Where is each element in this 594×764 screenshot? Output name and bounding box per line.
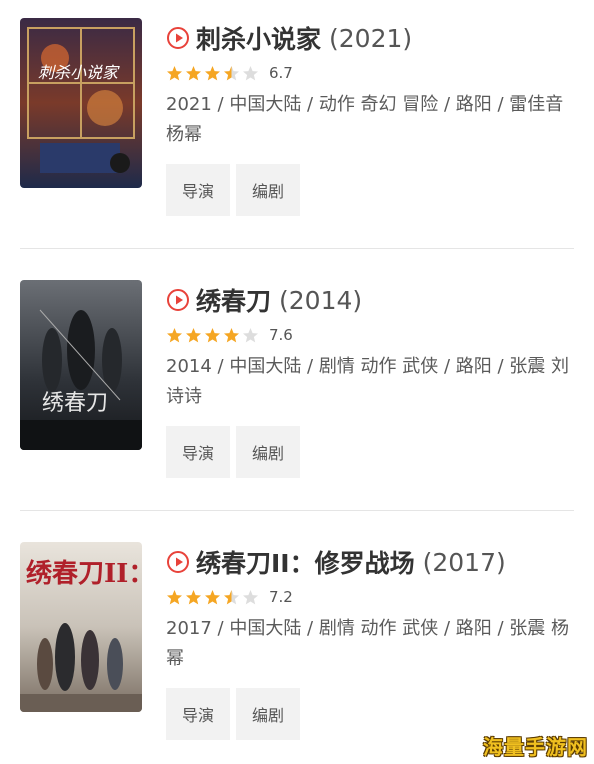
site-watermark: 海量手游网 [483, 735, 588, 759]
star-icon [224, 327, 239, 342]
poster-image: 绣春刀II：修罗战场 [20, 542, 142, 712]
movie-title[interactable]: 绣春刀II：修罗战场 [196, 544, 415, 580]
movie-poster[interactable]: 绣春刀 [20, 280, 142, 450]
movie-title[interactable]: 刺杀小说家 [196, 20, 321, 56]
button-row: 导演 编剧 [166, 426, 580, 478]
star-icon [224, 589, 239, 604]
title-row[interactable]: 绣春刀II：修罗战场 (2017) [166, 542, 580, 582]
star-icon [167, 65, 182, 80]
screenwriter-button[interactable]: 编剧 [236, 164, 300, 216]
star-icon [205, 589, 220, 604]
poster-calligraphy: 绣春刀 [42, 391, 108, 416]
button-row: 导演 编剧 [166, 164, 580, 216]
director-button[interactable]: 导演 [166, 164, 230, 216]
director-button[interactable]: 导演 [166, 426, 230, 478]
movie-info: 刺杀小说家 (2021) 6.7 2021 / 中国大陆 / 动作 奇幻 冒险 … [166, 18, 580, 216]
screenwriter-button[interactable]: 编剧 [236, 688, 300, 740]
rating-score: 7.6 [269, 326, 293, 344]
rating-row: 6.7 [166, 60, 580, 86]
movie-info: 绣春刀II：修罗战场 (2017) 7.2 2017 / 中国大陆 / 剧情 动… [166, 542, 580, 740]
movie-meta: 2014 / 中国大陆 / 剧情 动作 武侠 / 路阳 / 张震 刘诗诗 [166, 356, 570, 407]
star-icon [243, 589, 258, 604]
star-icon [167, 589, 182, 604]
star-icon [186, 327, 201, 342]
star-icon [224, 65, 239, 80]
rating-row: 7.6 [166, 322, 580, 348]
star-icon [167, 327, 182, 342]
movie-meta: 2017 / 中国大陆 / 剧情 动作 武侠 / 路阳 / 张震 杨幂 [166, 618, 570, 669]
poster-calligraphy: 刺杀小说家 [38, 63, 120, 82]
movie-year: (2014) [279, 285, 363, 315]
screenwriter-button[interactable]: 编剧 [236, 426, 300, 478]
star-icon [205, 65, 220, 80]
movie-poster[interactable]: 刺杀小说家 [20, 18, 142, 188]
rating-row: 7.2 [166, 584, 580, 610]
play-icon[interactable] [166, 288, 190, 312]
poster-image: 绣春刀 [20, 280, 142, 450]
star-icon [186, 589, 201, 604]
star-rating [166, 327, 261, 344]
movie-meta: 2021 / 中国大陆 / 动作 奇幻 冒险 / 路阳 / 雷佳音 杨幂 [166, 94, 564, 145]
movie-info: 绣春刀 (2014) 7.6 2014 / 中国大陆 / 剧情 动作 武侠 / … [166, 280, 580, 478]
poster-image: 刺杀小说家 [20, 18, 142, 188]
divider [20, 510, 574, 511]
movie-year: (2017) [422, 547, 506, 577]
poster-calligraphy: 绣春刀II：修罗战场 [26, 558, 142, 589]
movie-title[interactable]: 绣春刀 [196, 282, 271, 318]
movie-poster[interactable]: 绣春刀II：修罗战场 [20, 542, 142, 712]
rating-score: 6.7 [269, 64, 293, 82]
title-row[interactable]: 绣春刀 (2014) [166, 280, 580, 320]
star-icon [186, 65, 201, 80]
star-rating [166, 65, 261, 82]
director-button[interactable]: 导演 [166, 688, 230, 740]
divider [20, 248, 574, 249]
title-row[interactable]: 刺杀小说家 (2021) [166, 18, 580, 58]
star-rating [166, 589, 261, 606]
rating-score: 7.2 [269, 588, 293, 606]
star-icon [243, 327, 258, 342]
play-icon[interactable] [166, 550, 190, 574]
star-icon [205, 327, 220, 342]
star-icon [243, 65, 258, 80]
play-icon[interactable] [166, 26, 190, 50]
movie-year: (2021) [329, 23, 413, 53]
